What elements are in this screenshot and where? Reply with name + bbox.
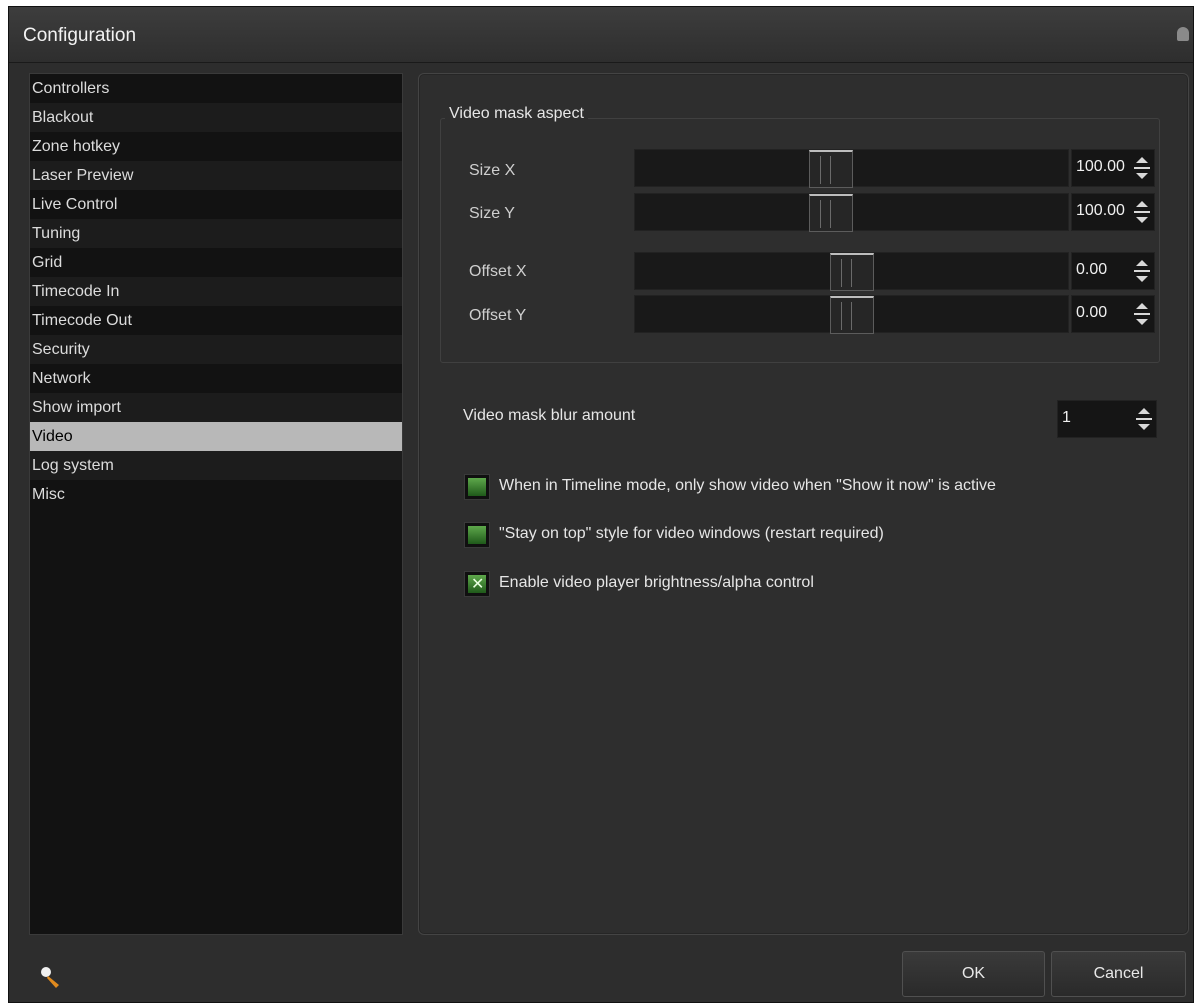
size-y-spin-arrows-icon[interactable] [1132,197,1152,229]
size-y-value[interactable]: 100.00 [1076,202,1125,220]
sidebar-item-log-system[interactable]: Log system [30,451,402,480]
blur-amount-value[interactable]: 1 [1062,409,1071,427]
brightness-alpha-checkbox[interactable]: ✕ [464,571,490,597]
offset-x-spin-arrows-icon[interactable] [1132,256,1152,288]
offset-x-spinbox[interactable]: 0.00 [1071,252,1155,290]
stay-on-top-label[interactable]: "Stay on top" style for video windows (r… [499,525,884,543]
sidebar-item-controllers[interactable]: Controllers [30,74,402,103]
title-bar: Configuration [9,7,1193,63]
size-y-spinbox[interactable]: 100.00 [1071,193,1155,231]
sidebar-item-timecode-in[interactable]: Timecode In [30,277,402,306]
window-title: Configuration [23,25,137,46]
sidebar-item-show-import[interactable]: Show import [30,393,402,422]
size-y-slider-thumb[interactable] [809,194,853,232]
video-mask-aspect-group: Size X 100.00 Size Y 100.00 Offset X 0.0 [440,118,1160,363]
timeline-show-it-now-label[interactable]: When in Timeline mode, only show video w… [499,477,996,495]
offset-y-slider-thumb[interactable] [830,296,874,334]
sidebar-item-video[interactable]: Video [30,422,402,451]
size-x-slider-thumb[interactable] [809,150,853,188]
size-y-slider[interactable] [634,193,1069,232]
offset-x-slider-thumb[interactable] [830,253,874,291]
sidebar-item-laser-preview[interactable]: Laser Preview [30,161,402,190]
sidebar-item-grid[interactable]: Grid [30,248,402,277]
sidebar-item-zone-hotkey[interactable]: Zone hotkey [30,132,402,161]
size-x-spinbox[interactable]: 100.00 [1071,149,1155,187]
stay-on-top-checkbox[interactable] [464,522,490,548]
offset-x-slider[interactable] [634,252,1069,291]
size-y-label: Size Y [469,205,515,222]
size-x-value[interactable]: 100.00 [1076,158,1125,176]
size-x-slider[interactable] [634,149,1069,188]
video-settings-panel: Size X 100.00 Size Y 100.00 Offset X 0.0 [418,73,1189,935]
category-list[interactable]: Controllers Blackout Zone hotkey Laser P… [29,73,403,935]
checkbox-fill: ✕ [468,575,486,593]
timeline-show-it-now-checkbox[interactable] [464,474,490,500]
check-mark-icon: ✕ [471,576,485,593]
offset-y-slider[interactable] [634,295,1069,334]
offset-y-spin-arrows-icon[interactable] [1132,299,1152,331]
cancel-button[interactable]: Cancel [1051,951,1186,997]
sidebar-item-security[interactable]: Security [30,335,402,364]
blur-spin-arrows-icon[interactable] [1134,404,1154,436]
sidebar-item-timecode-out[interactable]: Timecode Out [30,306,402,335]
checkbox-fill [468,478,486,496]
blur-amount-label: Video mask blur amount [463,407,636,424]
offset-y-value[interactable]: 0.00 [1076,304,1107,322]
offset-x-value[interactable]: 0.00 [1076,261,1107,279]
size-x-label: Size X [469,162,516,179]
brightness-alpha-label[interactable]: Enable video player brightness/alpha con… [499,574,814,592]
sidebar-item-blackout[interactable]: Blackout [30,103,402,132]
offset-x-label: Offset X [469,263,527,280]
video-mask-aspect-title: Video mask aspect [445,105,588,123]
offset-y-spinbox[interactable]: 0.00 [1071,295,1155,333]
size-x-spin-arrows-icon[interactable] [1132,153,1152,185]
sidebar-item-misc[interactable]: Misc [30,480,402,509]
wand-icon[interactable] [39,965,63,991]
offset-y-label: Offset Y [469,307,527,324]
configuration-window: Configuration Controllers Blackout Zone … [8,6,1194,1003]
sidebar-item-tuning[interactable]: Tuning [30,219,402,248]
ok-button[interactable]: OK [902,951,1045,997]
checkbox-fill [468,526,486,544]
sidebar-item-live-control[interactable]: Live Control [30,190,402,219]
sidebar-item-network[interactable]: Network [30,364,402,393]
pin-icon[interactable] [1177,27,1189,41]
blur-amount-spinbox[interactable]: 1 [1057,400,1157,438]
